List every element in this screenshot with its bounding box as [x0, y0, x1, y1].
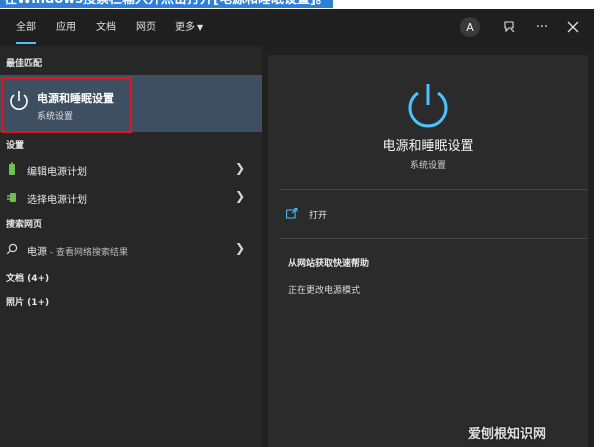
preview-subtitle: 系统设置	[409, 161, 446, 171]
more-options-icon[interactable]: ···	[531, 16, 553, 38]
best-match-heading: 最佳匹配	[6, 59, 43, 69]
help-section-title: 从网站获取快速帮助	[288, 259, 370, 269]
search-icon	[6, 243, 18, 255]
tab-apps[interactable]: 应用	[56, 21, 76, 35]
tab-all[interactable]: 全部	[16, 21, 36, 44]
list-item-label: 编辑电源计划	[27, 167, 87, 178]
tab-apps-label: 应用	[56, 22, 76, 33]
web-search-term: 电源	[27, 247, 47, 258]
close-icon[interactable]	[562, 16, 584, 38]
web-search-hint: - 查看网络搜索结果	[47, 248, 128, 258]
battery-icon	[9, 162, 15, 175]
chevron-right-icon: ❯	[235, 241, 246, 255]
web-search-heading: 搜索网页	[6, 220, 43, 230]
avatar-letter: A	[466, 20, 474, 34]
instruction-caption: 在Windows搜索栏输入并点击打开[电源和睡眠设置]。	[0, 0, 600, 9]
photos-heading[interactable]: 照片 (1+)	[6, 295, 49, 308]
list-item-label: 选择电源计划	[27, 195, 87, 206]
best-match-subtitle: 系统设置	[37, 112, 74, 122]
power-icon-large	[408, 84, 448, 128]
battery-plug-icon	[7, 193, 16, 202]
power-icon	[10, 91, 28, 110]
open-action-button[interactable]: 打开	[286, 205, 386, 225]
preview-divider	[280, 238, 588, 239]
open-window-icon	[286, 208, 298, 219]
chevron-right-icon: ❯	[235, 161, 246, 175]
preview-title: 电源和睡眠设置	[382, 139, 474, 154]
list-item-edit-power-plan[interactable]: 编辑电源计划 ❯	[0, 156, 262, 182]
feedback-icon[interactable]	[498, 16, 520, 38]
tab-web-label: 网页	[136, 22, 156, 33]
caption-text: 在Windows搜索栏输入并点击打开[电源和睡眠设置]。	[0, 0, 333, 8]
search-filter-bar: 全部 应用 文档 网页 更多 ▼ A ···	[0, 9, 594, 46]
preview-divider	[280, 189, 588, 190]
windows-search-window: 全部 应用 文档 网页 更多 ▼ A ··· 最佳匹配 电源和睡眠设置 系统设置 …	[0, 9, 594, 447]
best-match-title: 电源和睡眠设置	[37, 92, 114, 105]
documents-heading[interactable]: 文档 (4+)	[6, 271, 49, 284]
tab-web[interactable]: 网页	[136, 21, 156, 35]
help-link[interactable]: 正在更改电源模式	[288, 283, 360, 296]
settings-heading: 设置	[6, 141, 25, 151]
tab-documents-label: 文档	[96, 22, 116, 33]
list-item-web-search[interactable]: 电源 - 查看网络搜索结果 ❯	[0, 236, 262, 262]
avatar[interactable]: A	[460, 17, 480, 37]
chevron-down-icon: ▼	[197, 23, 204, 32]
site-watermark: 爱刨根知识网	[468, 427, 547, 442]
tab-more[interactable]: 更多 ▼	[175, 21, 203, 35]
tab-all-label: 全部	[16, 22, 36, 33]
open-action-label: 打开	[309, 211, 328, 221]
web-search-text: 电源 - 查看网络搜索结果	[27, 243, 128, 258]
list-item-choose-power-plan[interactable]: 选择电源计划 ❯	[0, 184, 262, 210]
preview-pane: 电源和睡眠设置 系统设置 打开 从网站获取快速帮助 正在更改电源模式	[268, 55, 588, 447]
tab-more-label: 更多	[175, 22, 195, 33]
chevron-right-icon: ❯	[235, 189, 246, 203]
tab-documents[interactable]: 文档	[96, 21, 116, 35]
